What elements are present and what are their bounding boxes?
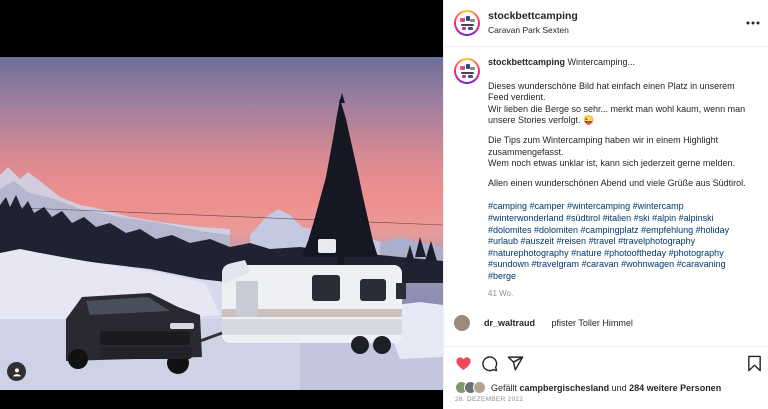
post-header: stockbettcamping Caravan Park Sexten bbox=[444, 0, 768, 47]
comment-username[interactable]: dr_waltraud bbox=[484, 318, 535, 328]
avatar-image bbox=[456, 12, 478, 34]
comment-icon[interactable] bbox=[481, 355, 498, 372]
header-username[interactable]: stockbettcamping bbox=[488, 10, 578, 23]
liker-avatar bbox=[473, 381, 486, 394]
profile-avatar[interactable] bbox=[454, 10, 480, 36]
share-icon[interactable] bbox=[507, 355, 524, 372]
post-panel: stockbettcamping Caravan Park Sexten sto… bbox=[443, 0, 768, 409]
likes-others[interactable]: 284 weitere Personen bbox=[629, 383, 721, 393]
header-location[interactable]: Caravan Park Sexten bbox=[488, 24, 578, 37]
post-date[interactable]: 28. DEZEMBER 2022 bbox=[455, 396, 523, 403]
post-photo[interactable] bbox=[0, 57, 443, 390]
caption-title: Wintercamping... bbox=[567, 57, 636, 67]
likes-summary: Gefällt campbergischesland und 284 weite… bbox=[455, 381, 721, 394]
avatar-image bbox=[456, 60, 478, 82]
liker-avatars[interactable] bbox=[455, 381, 487, 394]
more-options-icon[interactable] bbox=[746, 16, 760, 30]
likes-prefix: Gefällt bbox=[491, 382, 518, 393]
likes-connector: und bbox=[611, 382, 627, 393]
comment-row: dr_waltraud pfister Toller Himmel bbox=[454, 315, 757, 332]
caption-avatar[interactable] bbox=[454, 58, 480, 84]
caption-paragraph-2: Die Tips zum Wintercamping haben wir in … bbox=[488, 134, 735, 169]
likes-user[interactable]: campbergischesland bbox=[520, 383, 610, 393]
caption-paragraph-1: Dieses wunderschöne Bild hat einfach ein… bbox=[488, 80, 746, 126]
caption-paragraph-3: Allen einen wunderschönen Abend und viel… bbox=[488, 177, 746, 188]
caption-heading: stockbettcamping Wintercamping... bbox=[488, 57, 756, 69]
caption-time-ago: 41 Wo. bbox=[488, 288, 514, 298]
heart-icon[interactable] bbox=[455, 355, 472, 372]
caption-username[interactable]: stockbettcamping bbox=[488, 57, 565, 67]
bookmark-icon[interactable] bbox=[747, 355, 764, 372]
caption-hashtags[interactable]: #camping #camper #wintercamping #winterc… bbox=[488, 201, 756, 282]
caption: stockbettcamping Wintercamping... Dieses… bbox=[454, 57, 757, 299]
action-bar: Gefällt campbergischesland und 284 weite… bbox=[444, 346, 768, 409]
photo-scene bbox=[0, 93, 443, 390]
post-media bbox=[0, 0, 443, 409]
user-tag-icon[interactable] bbox=[7, 362, 26, 381]
comments-section[interactable]: stockbettcamping Wintercamping... Dieses… bbox=[444, 47, 768, 346]
comment-text: pfister Toller Himmel bbox=[551, 318, 633, 329]
comment-avatar[interactable] bbox=[454, 315, 470, 332]
